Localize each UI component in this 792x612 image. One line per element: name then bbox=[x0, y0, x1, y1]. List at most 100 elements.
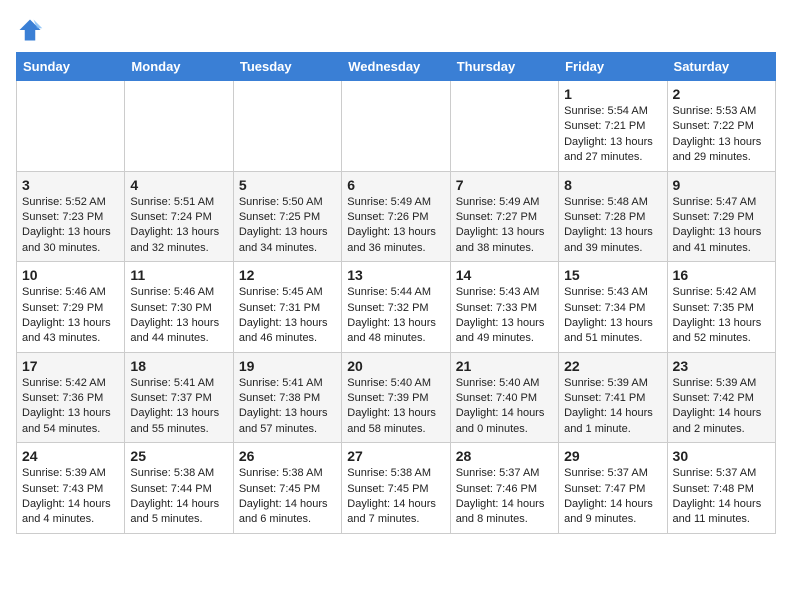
day-number: 3 bbox=[22, 177, 119, 193]
cell-content-line: Sunset: 7:36 PM bbox=[22, 391, 119, 406]
cell-content-line: Daylight: 14 hours bbox=[347, 497, 444, 512]
cell-content-line: Sunrise: 5:37 AM bbox=[456, 466, 553, 481]
day-number: 10 bbox=[22, 267, 119, 283]
cell-content-line: Daylight: 13 hours bbox=[347, 316, 444, 331]
cell-content-line: Sunrise: 5:40 AM bbox=[347, 376, 444, 391]
day-number: 22 bbox=[564, 358, 661, 374]
cell-content-line: Sunrise: 5:38 AM bbox=[347, 466, 444, 481]
cell-content-line: Sunrise: 5:52 AM bbox=[22, 195, 119, 210]
day-number: 19 bbox=[239, 358, 336, 374]
cell-content-line: Daylight: 13 hours bbox=[239, 316, 336, 331]
calendar-cell: 6Sunrise: 5:49 AMSunset: 7:26 PMDaylight… bbox=[342, 171, 450, 262]
day-number: 14 bbox=[456, 267, 553, 283]
cell-content-line: Sunrise: 5:40 AM bbox=[456, 376, 553, 391]
calendar-cell: 5Sunrise: 5:50 AMSunset: 7:25 PMDaylight… bbox=[233, 171, 341, 262]
calendar-cell: 2Sunrise: 5:53 AMSunset: 7:22 PMDaylight… bbox=[667, 81, 775, 172]
cell-content-line: and 54 minutes. bbox=[22, 422, 119, 437]
cell-content-line: Sunrise: 5:39 AM bbox=[673, 376, 770, 391]
cell-content-line: Sunrise: 5:50 AM bbox=[239, 195, 336, 210]
cell-content-line: Sunset: 7:30 PM bbox=[130, 301, 227, 316]
cell-content-line: Sunrise: 5:38 AM bbox=[130, 466, 227, 481]
calendar-cell: 13Sunrise: 5:44 AMSunset: 7:32 PMDayligh… bbox=[342, 262, 450, 353]
cell-content-line: and 46 minutes. bbox=[239, 331, 336, 346]
cell-content-line: and 44 minutes. bbox=[130, 331, 227, 346]
cell-content-line: Daylight: 13 hours bbox=[130, 406, 227, 421]
cell-content-line: and 43 minutes. bbox=[22, 331, 119, 346]
cell-content-line: Sunset: 7:43 PM bbox=[22, 482, 119, 497]
cell-content-line: Sunrise: 5:45 AM bbox=[239, 285, 336, 300]
calendar-cell: 20Sunrise: 5:40 AMSunset: 7:39 PMDayligh… bbox=[342, 352, 450, 443]
calendar-week-1: 1Sunrise: 5:54 AMSunset: 7:21 PMDaylight… bbox=[17, 81, 776, 172]
cell-content-line: Sunrise: 5:43 AM bbox=[456, 285, 553, 300]
cell-content-line: Sunrise: 5:46 AM bbox=[130, 285, 227, 300]
cell-content-line: Sunset: 7:34 PM bbox=[564, 301, 661, 316]
cell-content-line: Sunset: 7:28 PM bbox=[564, 210, 661, 225]
cell-content-line: Sunset: 7:38 PM bbox=[239, 391, 336, 406]
cell-content-line: and 55 minutes. bbox=[130, 422, 227, 437]
cell-content-line: and 49 minutes. bbox=[456, 331, 553, 346]
cell-content-line: and 11 minutes. bbox=[673, 512, 770, 527]
cell-content-line: Sunrise: 5:42 AM bbox=[673, 285, 770, 300]
cell-content-line: Sunset: 7:39 PM bbox=[347, 391, 444, 406]
cell-content-line: and 2 minutes. bbox=[673, 422, 770, 437]
day-number: 24 bbox=[22, 448, 119, 464]
cell-content-line: Sunrise: 5:48 AM bbox=[564, 195, 661, 210]
calendar-table: SundayMondayTuesdayWednesdayThursdayFrid… bbox=[16, 52, 776, 534]
cell-content-line: and 48 minutes. bbox=[347, 331, 444, 346]
cell-content-line: Daylight: 13 hours bbox=[564, 316, 661, 331]
calendar-body: 1Sunrise: 5:54 AMSunset: 7:21 PMDaylight… bbox=[17, 81, 776, 534]
cell-content-line: Sunrise: 5:43 AM bbox=[564, 285, 661, 300]
cell-content-line: Daylight: 13 hours bbox=[673, 135, 770, 150]
cell-content-line: and 6 minutes. bbox=[239, 512, 336, 527]
cell-content-line: Sunset: 7:42 PM bbox=[673, 391, 770, 406]
day-header-monday: Monday bbox=[125, 53, 233, 81]
cell-content-line: Sunrise: 5:41 AM bbox=[130, 376, 227, 391]
calendar-cell: 15 Sunrise: 5:43 AMSunset: 7:34 PMDayligh… bbox=[559, 262, 667, 353]
cell-content-line: and 27 minutes. bbox=[564, 150, 661, 165]
cell-content-line: Daylight: 14 hours bbox=[564, 497, 661, 512]
cell-content-line: Sunset: 7:37 PM bbox=[130, 391, 227, 406]
cell-content-line: Sunset: 7:27 PM bbox=[456, 210, 553, 225]
cell-content-line: Sunrise: 5:47 AM bbox=[673, 195, 770, 210]
cell-content-line: Sunset: 7:32 PM bbox=[347, 301, 444, 316]
calendar-cell bbox=[233, 81, 341, 172]
cell-content-line: Sunset: 7:45 PM bbox=[239, 482, 336, 497]
day-number: 12 bbox=[239, 267, 336, 283]
day-number: 15 bbox=[564, 267, 661, 283]
calendar-cell: 19Sunrise: 5:41 AMSunset: 7:38 PMDayligh… bbox=[233, 352, 341, 443]
day-header-saturday: Saturday bbox=[667, 53, 775, 81]
cell-content-line: Daylight: 13 hours bbox=[22, 316, 119, 331]
day-number: 2 bbox=[673, 86, 770, 102]
calendar-cell: 7Sunrise: 5:49 AMSunset: 7:27 PMDaylight… bbox=[450, 171, 558, 262]
day-header-tuesday: Tuesday bbox=[233, 53, 341, 81]
cell-content-line: and 1 minute. bbox=[564, 422, 661, 437]
cell-content-line: Sunset: 7:29 PM bbox=[673, 210, 770, 225]
calendar-cell: 18Sunrise: 5:41 AMSunset: 7:37 PMDayligh… bbox=[125, 352, 233, 443]
day-number: 27 bbox=[347, 448, 444, 464]
calendar-cell: 14Sunrise: 5:43 AMSunset: 7:33 PMDayligh… bbox=[450, 262, 558, 353]
day-number: 11 bbox=[130, 267, 227, 283]
cell-content-line: Sunset: 7:44 PM bbox=[130, 482, 227, 497]
day-header-thursday: Thursday bbox=[450, 53, 558, 81]
cell-content-line: Sunrise: 5:39 AM bbox=[22, 466, 119, 481]
cell-content-line: Sunrise: 5:39 AM bbox=[564, 376, 661, 391]
calendar-cell: 8 Sunrise: 5:48 AMSunset: 7:28 PMDaylight… bbox=[559, 171, 667, 262]
cell-content-line: Sunrise: 5:42 AM bbox=[22, 376, 119, 391]
calendar-cell: 21Sunrise: 5:40 AMSunset: 7:40 PMDayligh… bbox=[450, 352, 558, 443]
day-number: 8 bbox=[564, 177, 661, 193]
cell-content-line: and 30 minutes. bbox=[22, 241, 119, 256]
cell-content-line: Sunrise: 5:49 AM bbox=[347, 195, 444, 210]
header-row: SundayMondayTuesdayWednesdayThursdayFrid… bbox=[17, 53, 776, 81]
logo bbox=[16, 16, 48, 44]
calendar-week-2: 3Sunrise: 5:52 AMSunset: 7:23 PMDaylight… bbox=[17, 171, 776, 262]
cell-content-line: Sunrise: 5:46 AM bbox=[22, 285, 119, 300]
calendar-week-5: 24 Sunrise: 5:39 AMSunset: 7:43 PM Dayligh… bbox=[17, 443, 776, 534]
cell-content-line: Daylight: 13 hours bbox=[564, 225, 661, 240]
cell-content-line: and 29 minutes. bbox=[673, 150, 770, 165]
cell-content-line: Sunrise: 5:37 AM bbox=[564, 466, 661, 481]
cell-content-line: Daylight: 13 hours bbox=[347, 406, 444, 421]
cell-content-line: Daylight: 13 hours bbox=[22, 225, 119, 240]
day-number: 30 bbox=[673, 448, 770, 464]
cell-content-line: and 57 minutes. bbox=[239, 422, 336, 437]
cell-content-line: Daylight: 13 hours bbox=[130, 316, 227, 331]
